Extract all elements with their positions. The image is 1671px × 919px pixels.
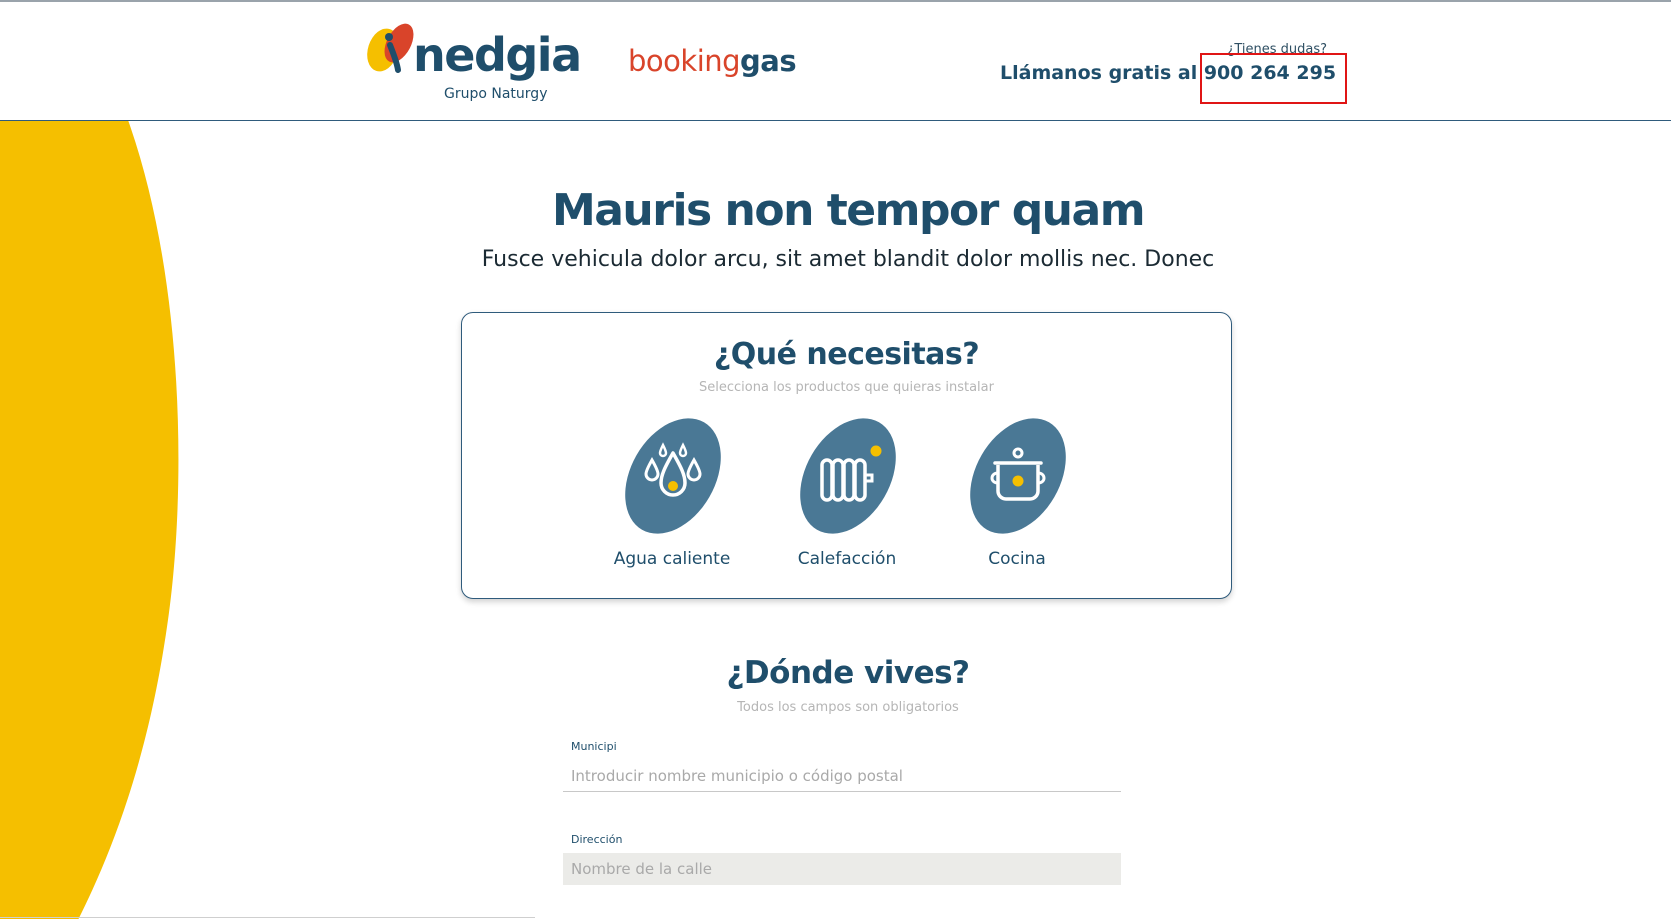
brand-gas-text: gas xyxy=(740,44,797,78)
help-call-text: Llámanos gratis al xyxy=(1000,62,1204,84)
logo-wordmark: nedgia xyxy=(413,28,582,82)
hero-title: Mauris non tempor quam xyxy=(551,185,1146,236)
location-title: ¿Dónde vives? xyxy=(726,655,970,691)
phone-highlight-box xyxy=(1200,53,1347,104)
product-label: Calefacción xyxy=(797,549,897,569)
brand-booking-text: booking xyxy=(628,44,741,78)
cooking-pot-icon xyxy=(970,418,1066,534)
needs-title: ¿Qué necesitas? xyxy=(713,337,980,372)
direccion-input[interactable] xyxy=(563,853,1121,885)
yellow-decoration xyxy=(0,120,179,919)
logo-subtitle: Grupo Naturgy xyxy=(444,86,548,102)
location-subtitle: Todos los campos son obligatorios xyxy=(737,700,959,715)
water-drops-icon xyxy=(625,418,721,534)
bottom-divider xyxy=(0,917,535,918)
radiator-icon xyxy=(800,418,896,534)
site-header: nedgia Grupo Naturgy bookinggas ¿Tienes … xyxy=(0,2,1671,121)
bookinggas-brand[interactable]: bookinggas xyxy=(628,44,797,78)
product-calefaccion[interactable]: Calefacción xyxy=(767,415,927,585)
nedgia-logo-mark xyxy=(367,23,414,73)
hero-subtitle: Fusce vehicula dolor arcu, sit amet blan… xyxy=(481,247,1215,272)
product-cocina[interactable]: Cocina xyxy=(937,415,1097,585)
nedgia-logo[interactable]: nedgia Grupo Naturgy xyxy=(366,20,582,108)
municipio-input[interactable] xyxy=(563,760,1121,792)
product-label: Cocina xyxy=(988,549,1046,569)
page: nedgia Grupo Naturgy bookinggas ¿Tienes … xyxy=(0,0,1671,919)
needs-card: ¿Qué necesitas? Selecciona los productos… xyxy=(461,312,1232,599)
municipio-label: Municipi xyxy=(571,740,617,753)
product-agua-caliente[interactable]: Agua caliente xyxy=(592,415,752,585)
product-label: Agua caliente xyxy=(613,549,731,569)
direccion-label: Dirección xyxy=(571,833,623,846)
needs-subtitle: Selecciona los productos que quieras ins… xyxy=(699,380,994,395)
